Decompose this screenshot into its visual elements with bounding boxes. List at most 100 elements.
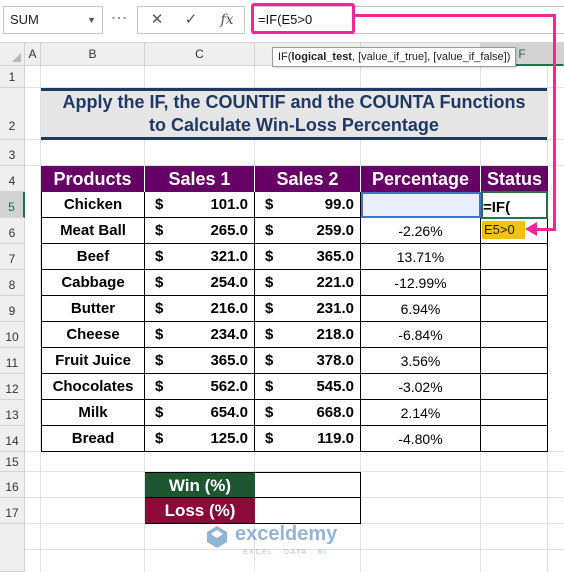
status-cell[interactable] — [481, 348, 548, 374]
arrow-head-icon — [525, 222, 537, 236]
sales-amount: 562.0 — [210, 378, 248, 395]
currency-symbol: $ — [265, 222, 274, 239]
resize-handle-icon[interactable]: ⋮ — [110, 10, 127, 30]
sales-2-cell[interactable]: $99.0 — [255, 192, 361, 218]
currency-symbol: $ — [265, 378, 274, 395]
select-all-button[interactable] — [0, 43, 25, 66]
percentage-cell[interactable]: 13.71% — [361, 244, 481, 270]
cancel-icon[interactable]: ✕ — [142, 7, 172, 33]
row-header-6[interactable]: 6 — [0, 218, 25, 244]
insert-function-icon[interactable]: fx — [212, 7, 242, 33]
currency-symbol: $ — [155, 222, 164, 239]
status-cell[interactable] — [481, 244, 548, 270]
product-cell[interactable]: Butter — [41, 296, 145, 322]
sales-1-cell[interactable]: $321.0 — [145, 244, 255, 270]
status-cell[interactable] — [481, 400, 548, 426]
tooltip-current-arg[interactable]: logical_test — [291, 51, 352, 63]
percentage-cell[interactable]: -4.80% — [361, 426, 481, 452]
sales-2-cell[interactable]: $378.0 — [255, 348, 361, 374]
chevron-down-icon[interactable]: ▼ — [87, 7, 96, 33]
status-cell[interactable] — [481, 270, 548, 296]
header-sales-1[interactable]: Sales 1 — [145, 166, 255, 192]
product-cell[interactable]: Fruit Juice — [41, 348, 145, 374]
product-cell[interactable]: Cheese — [41, 322, 145, 348]
percentage-cell[interactable]: 2.14% — [361, 400, 481, 426]
percentage-cell[interactable]: -2.26% — [361, 218, 481, 244]
title-line-2: to Calculate Win-Loss Percentage — [149, 115, 439, 135]
sales-1-cell[interactable]: $254.0 — [145, 270, 255, 296]
currency-symbol: $ — [265, 248, 274, 265]
row-header-8[interactable]: 8 — [0, 270, 25, 296]
row-header-13[interactable]: 13 — [0, 400, 25, 426]
sales-2-cell[interactable]: $259.0 — [255, 218, 361, 244]
sales-1-cell[interactable]: $265.0 — [145, 218, 255, 244]
row-header-7[interactable]: 7 — [0, 244, 25, 270]
product-cell[interactable]: Beef — [41, 244, 145, 270]
sales-2-cell[interactable]: $119.0 — [255, 426, 361, 452]
sales-1-cell[interactable]: $365.0 — [145, 348, 255, 374]
row-header-15[interactable]: 15 — [0, 452, 25, 472]
row-header-4[interactable]: 4 — [0, 166, 25, 192]
row-header-10[interactable]: 10 — [0, 322, 25, 348]
percentage-cell[interactable]: 3.56% — [361, 348, 481, 374]
row-header-1[interactable]: 1 — [0, 66, 25, 88]
sales-1-cell[interactable]: $101.0 — [145, 192, 255, 218]
exceldemy-watermark: exceldemy EXCEL · DATA · BI — [205, 521, 355, 561]
sales-2-cell[interactable]: $668.0 — [255, 400, 361, 426]
row-header-17[interactable]: 17 — [0, 498, 25, 524]
row-header-14[interactable]: 14 — [0, 426, 25, 452]
sales-amount: 216.0 — [210, 300, 248, 317]
header-status[interactable]: Status — [481, 166, 548, 192]
product-cell[interactable]: Milk — [41, 400, 145, 426]
percentage-cell[interactable]: -12.99% — [361, 270, 481, 296]
column-header-a[interactable]: A — [25, 43, 41, 66]
product-cell[interactable]: Bread — [41, 426, 145, 452]
product-cell[interactable]: Chicken — [41, 192, 145, 218]
sales-2-cell[interactable]: $231.0 — [255, 296, 361, 322]
row-header-12[interactable]: 12 — [0, 374, 25, 400]
row-header-5[interactable]: 5 — [0, 192, 25, 218]
sales-1-cell[interactable]: $654.0 — [145, 400, 255, 426]
sales-1-cell[interactable]: $562.0 — [145, 374, 255, 400]
sales-1-cell[interactable]: $125.0 — [145, 426, 255, 452]
percentage-cell[interactable]: -6.84% — [361, 322, 481, 348]
reference-tag: E5>0 — [482, 221, 525, 239]
column-header-b[interactable]: B — [41, 43, 145, 66]
referenced-cell-e5[interactable] — [361, 192, 481, 218]
exceldemy-logo-icon — [207, 526, 227, 548]
name-box[interactable]: SUM ▼ — [3, 6, 103, 34]
sales-2-cell[interactable]: $221.0 — [255, 270, 361, 296]
sales-amount: 321.0 — [210, 248, 248, 265]
sales-2-cell[interactable]: $218.0 — [255, 322, 361, 348]
row-header-16[interactable]: 16 — [0, 472, 25, 498]
sales-1-cell[interactable]: $216.0 — [145, 296, 255, 322]
enter-icon[interactable]: ✓ — [176, 7, 206, 33]
tooltip-rest: , [value_if_true], [value_if_false]) — [351, 51, 511, 63]
header-products[interactable]: Products — [41, 166, 145, 192]
status-cell[interactable] — [481, 374, 548, 400]
win-value-cell[interactable] — [255, 472, 361, 498]
sales-2-cell[interactable]: $545.0 — [255, 374, 361, 400]
column-header-c[interactable]: C — [145, 43, 255, 66]
sales-1-cell[interactable]: $234.0 — [145, 322, 255, 348]
status-cell[interactable] — [481, 296, 548, 322]
product-cell[interactable]: Cabbage — [41, 270, 145, 296]
currency-symbol: $ — [155, 352, 164, 369]
percentage-cell[interactable]: 6.94% — [361, 296, 481, 322]
header-percentage[interactable]: Percentage — [361, 166, 481, 192]
product-cell[interactable]: Meat Ball — [41, 218, 145, 244]
currency-symbol: $ — [265, 430, 274, 447]
row-header-3[interactable]: 3 — [0, 140, 25, 166]
status-cell[interactable] — [481, 322, 548, 348]
sales-amount: 221.0 — [316, 274, 354, 291]
currency-symbol: $ — [265, 326, 274, 343]
status-cell[interactable] — [481, 426, 548, 452]
row-header-2[interactable]: 2 — [0, 88, 25, 140]
product-cell[interactable]: Chocolates — [41, 374, 145, 400]
percentage-cell[interactable]: -3.02% — [361, 374, 481, 400]
row-header-9[interactable]: 9 — [0, 296, 25, 322]
sheet-title-text: Apply the IF, the COUNTIF and the COUNTA… — [63, 91, 526, 137]
sales-2-cell[interactable]: $365.0 — [255, 244, 361, 270]
header-sales-2[interactable]: Sales 2 — [255, 166, 361, 192]
row-header-11[interactable]: 11 — [0, 348, 25, 374]
